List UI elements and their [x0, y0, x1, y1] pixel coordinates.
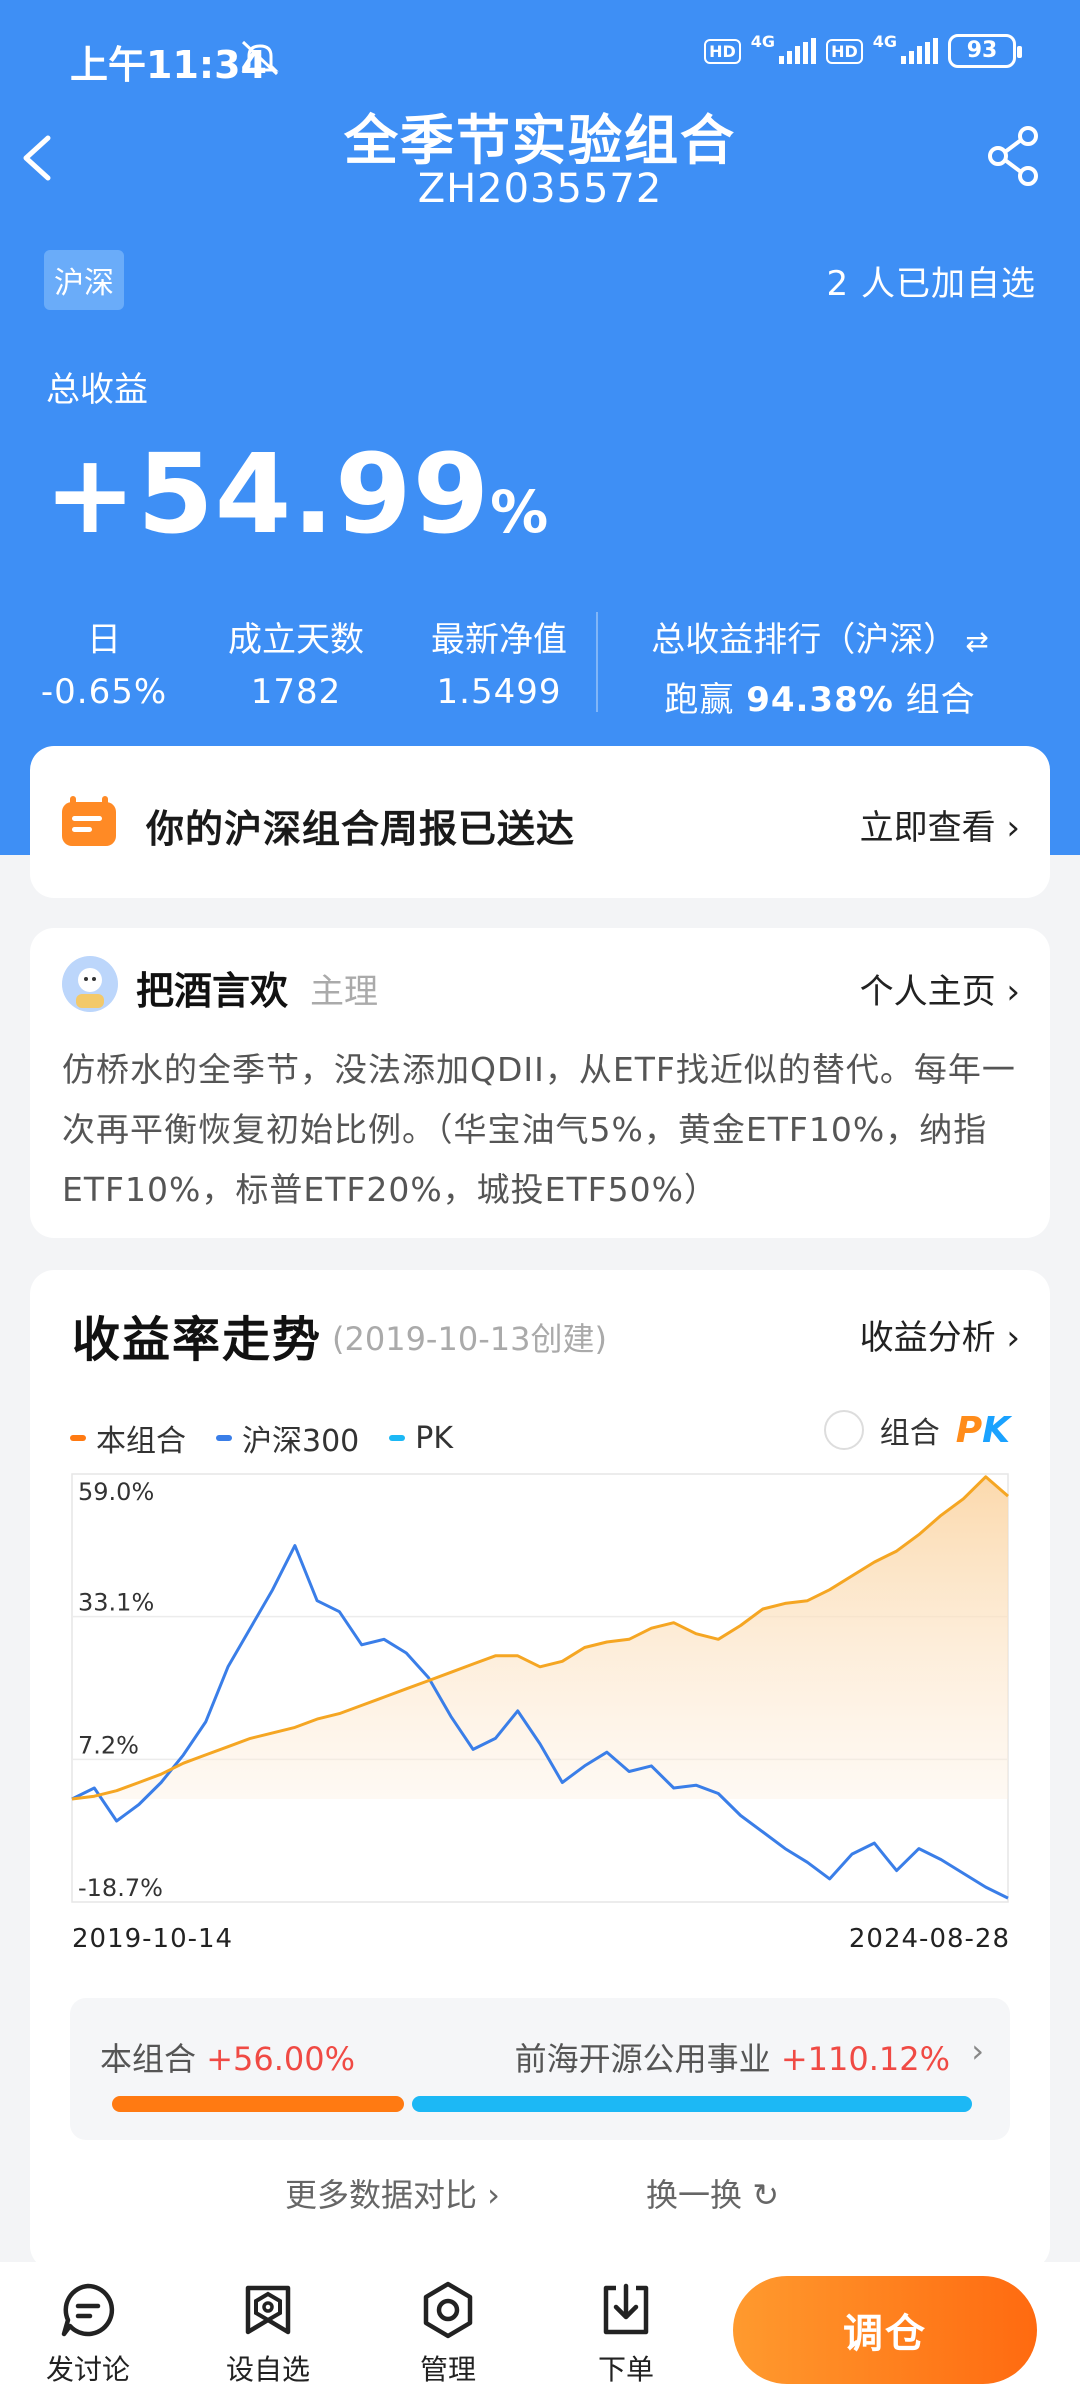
day-change-value: -0.65% — [40, 672, 168, 712]
portfolio-code: ZH2035572 — [417, 166, 663, 212]
author-name[interactable]: 把酒言欢 — [136, 960, 288, 1015]
author-card: 把酒言欢 主理 个人主页 › 仿桥水的全季节，没法添加QDII，从ETF找近似的… — [30, 928, 1050, 1238]
radio-circle-icon[interactable] — [823, 1410, 864, 1450]
created-date: (2019-10-13创建) — [332, 1320, 607, 1358]
author-role: 主理 — [310, 972, 378, 1012]
weekly-report-card[interactable]: 你的沪深组合周报已送达 立即查看 › — [30, 746, 1050, 898]
hd-icon: HD — [704, 38, 741, 64]
days-label: 成立天数 — [228, 620, 364, 660]
discuss-icon — [61, 2283, 115, 2337]
notice-text: 你的沪深组合周报已送达 — [146, 807, 576, 851]
report-icon — [62, 796, 116, 846]
portfolio-description: 仿桥水的全季节，没法添加QDII，从ETF找近似的替代。每年一次再平衡恢复初始比… — [62, 1050, 1016, 1209]
chart-legend: 本组合 沪深300 PK — [70, 1416, 453, 1460]
signal-icon — [779, 38, 817, 64]
y-tick-label: 7.2% — [78, 1731, 139, 1759]
pk-logo: PK — [955, 1409, 1010, 1451]
page-title: 全季节实验组合 — [344, 109, 736, 172]
more-data-link[interactable]: 更多数据对比 › — [285, 2170, 500, 2216]
download-icon — [603, 2283, 649, 2335]
add-watchlist-icon — [245, 2285, 291, 2335]
total-return-value: +54.99% — [44, 430, 550, 558]
divider — [596, 612, 598, 712]
avatar[interactable] — [62, 956, 118, 1012]
rank-label[interactable]: 总收益排行（沪深） ⇄ — [620, 612, 1020, 661]
legend-label: PK — [415, 1420, 454, 1456]
rank-value: 跑赢 94.38% 组合 — [664, 680, 976, 720]
network-type: 4G — [872, 31, 897, 51]
series-area-fill — [72, 1476, 1008, 1799]
swap-icon[interactable]: ⇄ — [965, 625, 988, 658]
tab-label: 下单 — [597, 2353, 654, 2386]
nav-label: 最新净值 — [431, 620, 567, 660]
share-icon[interactable] — [986, 124, 1042, 188]
pk-toggle-label: 组合 — [879, 1416, 940, 1451]
refresh-link[interactable]: 换一换 ↻ — [646, 2170, 779, 2216]
network-type: 4G — [750, 31, 776, 51]
return-chart[interactable]: 59.0% 33.1% 7.2% -18.7% — [30, 1460, 1050, 1930]
y-tick-label: -18.7% — [78, 1874, 163, 1902]
signal-icon — [901, 38, 938, 64]
tab-label: 发讨论 — [45, 2353, 130, 2386]
legend-item: 沪深300 — [216, 1416, 359, 1460]
hd-icon: HD — [826, 38, 863, 64]
total-return-label: 总收益 — [46, 370, 148, 410]
day-change-label: 日 — [87, 620, 121, 660]
battery-icon: 93 — [948, 34, 1022, 68]
comparison-bar-rival — [412, 2096, 972, 2112]
rebalance-button[interactable]: 调仓 — [733, 2276, 1037, 2384]
x-axis-end: 2024-08-28 — [848, 1924, 1010, 1954]
tab-watchlist[interactable]: 设自选 — [208, 2280, 328, 2388]
mute-icon — [241, 40, 279, 76]
chevron-right-icon[interactable]: › — [971, 2032, 984, 2070]
legend-label: 本组合 — [96, 1424, 186, 1459]
tab-order[interactable]: 下单 — [566, 2280, 686, 2388]
return-chart-card: 收益率走势 (2019-10-13创建) 收益分析 › 本组合 沪深300 PK… — [30, 1270, 1050, 2270]
tab-label: 管理 — [419, 2353, 476, 2386]
legend-label: 沪深300 — [242, 1424, 360, 1459]
days-value: 1782 — [250, 672, 342, 712]
comparison-bar-self — [112, 2096, 404, 2112]
view-now-link[interactable]: 立即查看 › — [860, 800, 1020, 849]
legend-item: PK — [389, 1416, 453, 1460]
pk-comparison[interactable]: 本组合 +56.00% 前海开源公用事业 +110.12% › — [70, 1998, 1010, 2140]
gear-icon — [423, 2281, 473, 2339]
tab-discuss[interactable]: 发讨论 — [28, 2280, 148, 2388]
market-tag: 沪深 — [44, 250, 124, 310]
y-tick-label: 33.1% — [78, 1589, 154, 1617]
legend-swatch — [70, 1435, 86, 1441]
comparison-self: 本组合 +56.00% — [100, 2040, 356, 2078]
comparison-rival: 前海开源公用事业 +110.12% — [514, 2040, 950, 2078]
tab-manage[interactable]: 管理 — [388, 2280, 508, 2388]
return-analysis-link[interactable]: 收益分析 › — [860, 1310, 1020, 1359]
legend-swatch — [389, 1435, 406, 1441]
legend-item: 本组合 — [70, 1416, 186, 1460]
nav-value: 1.5499 — [436, 672, 562, 712]
chart-title: 收益率走势 — [72, 1312, 323, 1368]
followers-count[interactable]: 2 人已加自选 — [827, 256, 1036, 305]
legend-swatch — [216, 1435, 232, 1441]
pk-toggle[interactable]: 组合 PK — [823, 1408, 1010, 1452]
refresh-icon: ↻ — [752, 2176, 779, 2214]
tab-label: 设自选 — [225, 2353, 310, 2386]
profile-link[interactable]: 个人主页 › — [860, 964, 1020, 1013]
y-tick-label: 59.0% — [78, 1478, 154, 1506]
bottom-tab-bar: 发讨论 设自选 管理 下单 调仓 — [0, 2262, 1080, 2400]
x-axis-start: 2019-10-14 — [72, 1924, 234, 1954]
